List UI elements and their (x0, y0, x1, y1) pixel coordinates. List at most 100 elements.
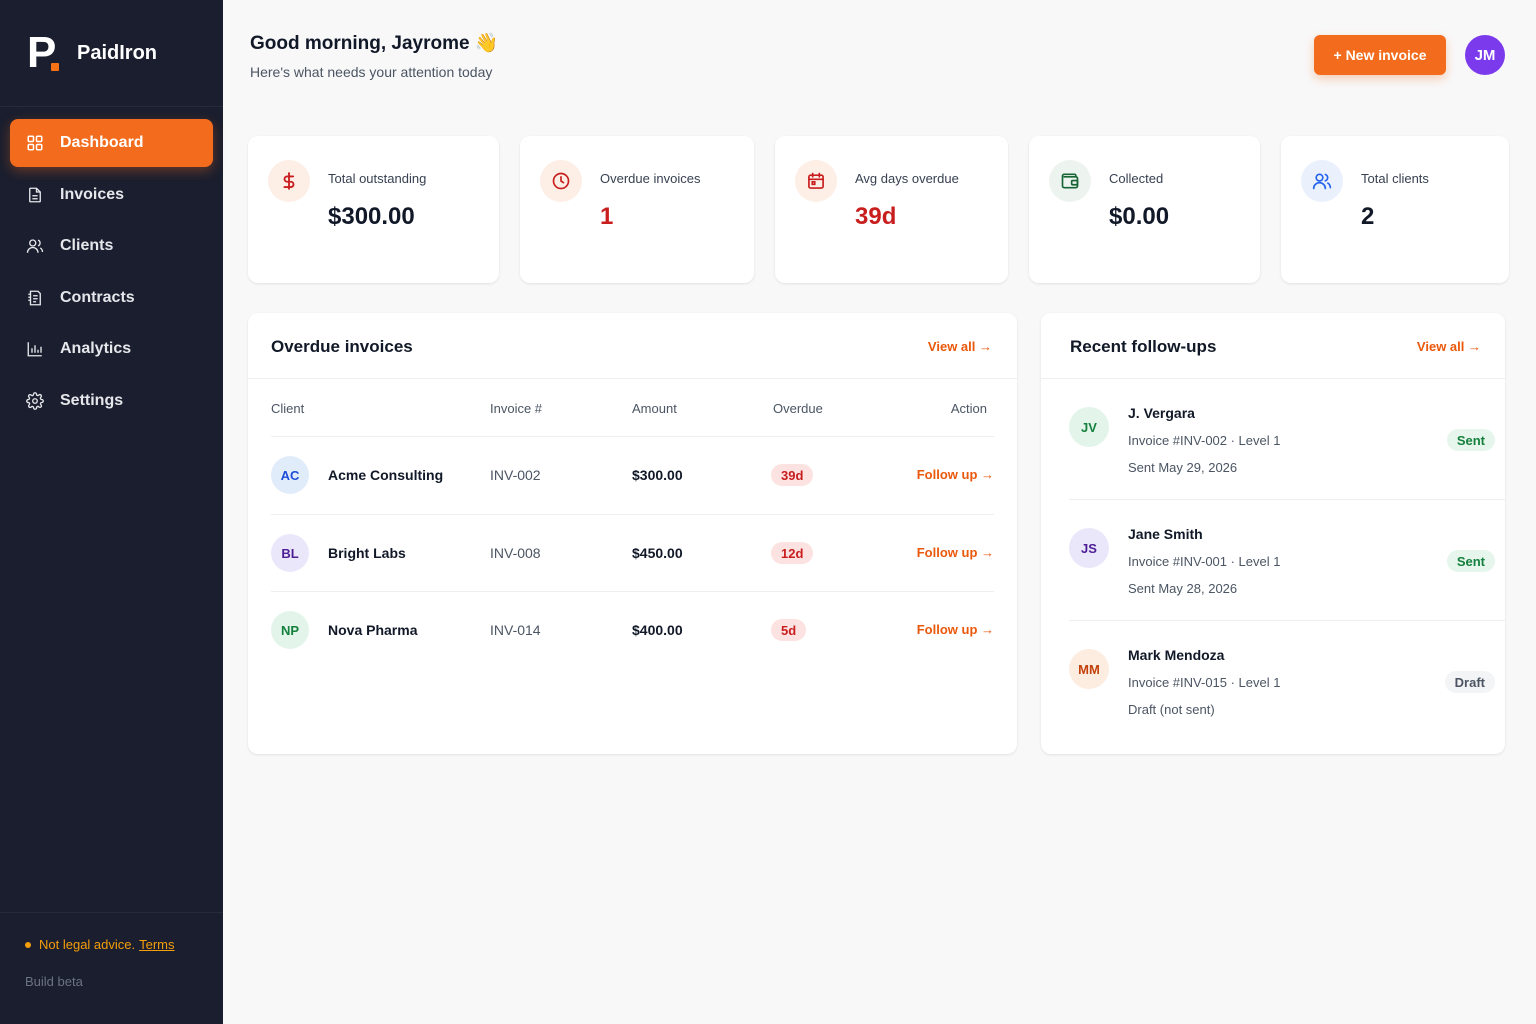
contract-icon (28, 290, 41, 305)
list-item[interactable]: MM Mark Mendoza Invoice #INV-015 · Level… (1069, 621, 1505, 742)
followup-date: Sent May 28, 2026 (1128, 581, 1238, 596)
stat-label: Avg days overdue (855, 171, 959, 186)
brand-logo-icon: P (27, 31, 61, 75)
invoice-number: INV-014 (490, 622, 541, 638)
stat-card-total-clients: Total clients 2 (1281, 136, 1509, 283)
sidebar-item-invoices[interactable]: Invoices (10, 171, 213, 219)
stat-card-collected: Collected $0.00 (1029, 136, 1260, 283)
stat-value: 2 (1361, 203, 1375, 230)
followup-name: J. Vergara (1128, 405, 1195, 421)
users-icon (26, 239, 44, 253)
followup-avatar: JV (1069, 407, 1109, 447)
invoice-amount: $450.00 (632, 545, 683, 561)
new-invoice-button[interactable]: + New invoice (1314, 35, 1446, 75)
followup-meta: Invoice #INV-015 · Level 1 (1128, 675, 1281, 690)
column-header-invoice: Invoice # (490, 401, 543, 416)
dollar-icon (268, 160, 310, 202)
status-badge: Draft (1444, 671, 1495, 693)
table-row[interactable]: AC Acme Consulting INV-002 $300.00 39d F… (271, 436, 994, 513)
panel-title: Overdue invoices (271, 337, 413, 356)
sidebar-item-label: Clients (60, 237, 114, 254)
gear-icon (26, 391, 44, 410)
follow-up-link[interactable]: Follow up → (917, 467, 994, 482)
stat-card-overdue-invoices: Overdue invoices 1 (520, 136, 754, 283)
follow-up-link[interactable]: Follow up → (917, 545, 994, 560)
client-name: Nova Pharma (328, 622, 418, 638)
status-badge: Sent (1446, 550, 1495, 572)
stat-card-avg-days-overdue: Avg days overdue 39d (775, 136, 1008, 283)
sidebar-item-label: Invoices (60, 185, 125, 203)
page-title: Good morning, Jayrome 👋 (250, 33, 499, 54)
table-row[interactable]: NP Nova Pharma INV-014 $400.00 5d Follow… (271, 591, 994, 668)
table-row[interactable]: BL Bright Labs INV-008 $450.00 12d Follo… (271, 514, 994, 591)
invoice-amount: $400.00 (632, 622, 683, 638)
invoice-number: INV-002 (490, 467, 541, 483)
terms-link[interactable]: Terms (139, 937, 174, 952)
calendar-icon (795, 160, 837, 202)
stat-value: $0.00 (1109, 203, 1170, 230)
sidebar-item-label: Settings (60, 391, 124, 409)
overdue-badge: 39d (771, 464, 814, 486)
recent-followups-panel: Recent follow-ups View all → JV J. Verga… (1041, 313, 1505, 754)
grid-icon (27, 135, 43, 151)
clock-icon (540, 160, 582, 202)
overdue-badge: 5d (771, 619, 807, 641)
followups-view-all-link[interactable]: View all → (1417, 339, 1481, 354)
followup-meta: Invoice #INV-001 · Level 1 (1128, 554, 1281, 569)
column-header-amount: Amount (632, 401, 677, 416)
user-avatar[interactable]: JM (1465, 35, 1505, 75)
users-icon (1301, 160, 1343, 202)
followup-date: Draft (not sent) (1128, 702, 1215, 717)
brand[interactable]: P PaidIron (0, 0, 223, 107)
page-subtitle: Here's what needs your attention today (250, 64, 493, 80)
followup-meta: Invoice #INV-002 · Level 1 (1128, 433, 1281, 448)
status-badge: Sent (1446, 429, 1495, 451)
column-header-client: Client (271, 401, 305, 416)
client-name: Acme Consulting (328, 467, 444, 483)
panel-title: Recent follow-ups (1070, 337, 1217, 356)
stat-value: $300.00 (328, 203, 415, 230)
sidebar-item-contracts[interactable]: Contracts (10, 274, 213, 322)
sidebar-item-analytics[interactable]: Analytics (10, 325, 213, 373)
main-content: Good morning, Jayrome 👋 Here's what need… (223, 0, 1536, 1024)
sidebar-footer: Not legal advice. Terms Build beta (0, 912, 223, 1024)
sidebar-item-label: Contracts (60, 288, 135, 306)
wallet-icon (1049, 160, 1091, 202)
build-label: Build beta (25, 974, 83, 989)
client-avatar: NP (271, 611, 309, 649)
invoice-number: INV-008 (490, 545, 541, 561)
stat-label: Overdue invoices (600, 171, 701, 186)
overdue-view-all-link[interactable]: View all → (928, 339, 992, 354)
sidebar-nav: Dashboard Invoices Clients Contracts Ana… (0, 107, 223, 425)
client-avatar: AC (271, 456, 309, 494)
legal-notice: Not legal advice. Terms (25, 937, 223, 952)
followup-name: Jane Smith (1128, 526, 1203, 542)
list-item[interactable]: JV J. Vergara Invoice #INV-002 · Level 1… (1069, 379, 1505, 500)
stat-card-total-outstanding: Total outstanding $300.00 (248, 136, 499, 283)
sidebar-item-dashboard[interactable]: Dashboard (10, 119, 213, 167)
follow-up-link[interactable]: Follow up → (917, 622, 994, 637)
client-avatar: BL (271, 534, 309, 572)
legal-text: Not legal advice. (39, 937, 136, 952)
sidebar-item-label: Dashboard (60, 134, 144, 151)
stat-label: Total clients (1361, 171, 1429, 186)
column-header-overdue: Overdue (773, 401, 823, 416)
followup-avatar: MM (1069, 649, 1109, 689)
brand-name: PaidIron (77, 41, 158, 64)
brand-logo-dot (51, 63, 59, 71)
divider (248, 378, 1017, 379)
followup-date: Sent May 29, 2026 (1128, 460, 1238, 475)
document-icon (29, 187, 41, 202)
legal-bullet-icon (25, 941, 31, 948)
stat-label: Collected (1109, 171, 1164, 186)
sidebar-item-clients[interactable]: Clients (10, 222, 213, 270)
sidebar: P PaidIron Dashboard Invoices Clients Co… (0, 0, 223, 1024)
followup-avatar: JS (1069, 528, 1109, 568)
overdue-invoices-panel: Overdue invoices View all → Client Invoi… (248, 313, 1017, 754)
sidebar-item-label: Analytics (60, 340, 132, 357)
stat-value: 1 (600, 203, 614, 230)
sidebar-item-settings[interactable]: Settings (10, 377, 213, 425)
client-name: Bright Labs (328, 545, 406, 561)
list-item[interactable]: JS Jane Smith Invoice #INV-001 · Level 1… (1069, 500, 1505, 621)
stat-label: Total outstanding (328, 171, 427, 186)
